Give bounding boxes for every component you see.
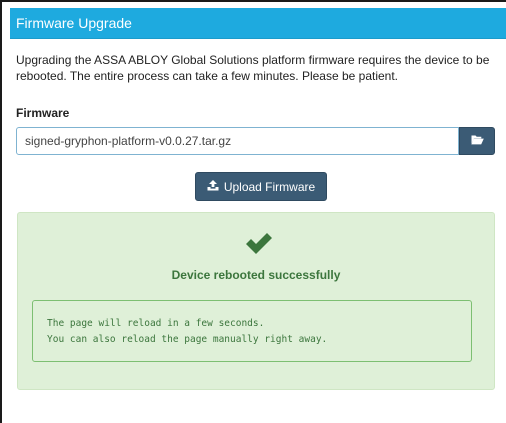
success-alert: Device rebooted successfully The page wi…: [17, 212, 495, 390]
upload-firmware-label: Upload Firmware: [223, 179, 316, 194]
success-title: Device rebooted successfully: [171, 268, 341, 282]
firmware-file-input[interactable]: [16, 127, 459, 155]
panel-title: Firmware Upgrade: [10, 8, 506, 39]
reload-message-line-2: You can also reload the page manually ri…: [47, 334, 328, 345]
firmware-label: Firmware: [16, 106, 70, 120]
reload-message-box: The page will reload in a few seconds. Y…: [32, 300, 472, 362]
folder-open-icon: [470, 132, 484, 150]
checkmark-icon: [244, 231, 274, 257]
upgrade-description: Upgrading the ASSA ABLOY Global Solution…: [16, 53, 490, 83]
upload-firmware-button[interactable]: Upload Firmware: [195, 172, 327, 201]
reload-message-line-1: The page will reload in a few seconds.: [47, 318, 265, 329]
window-top-border: [0, 0, 506, 2]
upload-icon: [207, 179, 219, 194]
browse-file-button[interactable]: [459, 127, 495, 155]
window-left-border: [0, 0, 2, 423]
